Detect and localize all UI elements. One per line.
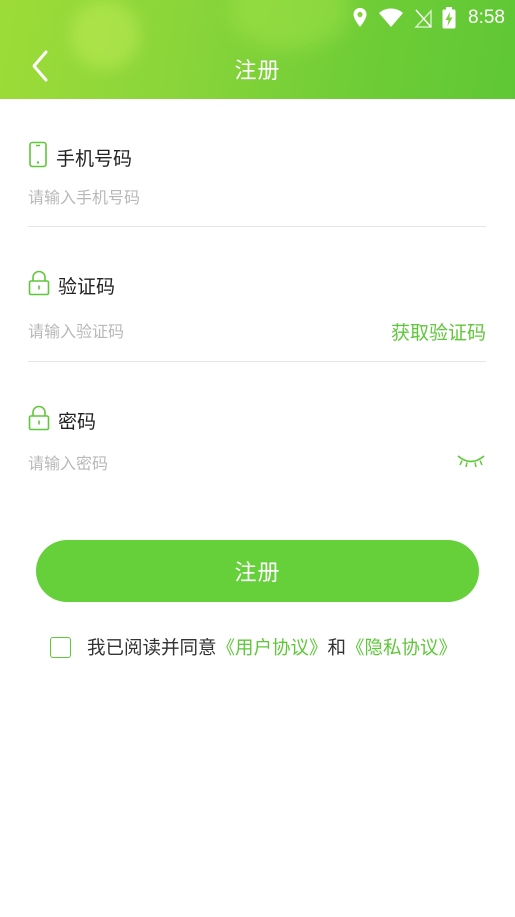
agreement-row: 我已阅读并同意 《用户协议》 和 《隐私协议》 — [50, 634, 457, 660]
user-agreement-link[interactable]: 《用户协议》 — [217, 634, 328, 660]
header-decoration — [230, 0, 350, 50]
header-bar: 8:58 注册 — [0, 0, 515, 99]
register-screen: 8:58 注册 手机号码 请输入手机号码 验证码 请输入验证码 获取验证码 密码… — [0, 0, 515, 917]
password-field: 密码 — [28, 405, 486, 485]
password-label-row: 密码 — [28, 405, 486, 436]
password-input-row — [28, 453, 486, 473]
lock-icon — [28, 270, 50, 301]
privacy-agreement-link[interactable]: 《隐私协议》 — [346, 634, 457, 660]
wifi-icon — [378, 8, 404, 28]
password-label: 密码 — [58, 411, 97, 433]
agreement-checkbox[interactable] — [50, 636, 71, 658]
status-bar: 8:58 — [352, 5, 505, 31]
agreement-prefix: 我已阅读并同意 — [87, 638, 217, 659]
code-field: 验证码 获取验证码 — [28, 270, 486, 362]
code-divider — [28, 361, 486, 362]
code-input-row: 获取验证码 — [28, 318, 486, 345]
lock-icon — [28, 405, 50, 436]
eye-closed-icon — [456, 453, 486, 473]
agreement-conjunction: 和 — [327, 638, 347, 659]
no-sim-icon — [414, 8, 432, 28]
code-label-row: 验证码 — [28, 270, 486, 301]
phone-field: 手机号码 — [28, 141, 486, 227]
password-visibility-toggle[interactable] — [456, 453, 486, 473]
code-input[interactable] — [28, 322, 328, 341]
password-input[interactable] — [28, 453, 328, 473]
page-title: 注册 — [234, 59, 281, 84]
phone-input[interactable] — [28, 188, 328, 207]
battery-charging-icon — [442, 7, 456, 29]
get-code-button[interactable]: 获取验证码 — [391, 318, 486, 345]
phone-input-row — [28, 188, 486, 207]
status-time: 8:58 — [468, 7, 505, 28]
phone-icon — [28, 141, 48, 173]
phone-label-row: 手机号码 — [28, 141, 486, 173]
location-icon — [352, 7, 368, 29]
phone-label: 手机号码 — [56, 147, 133, 170]
code-label: 验证码 — [58, 276, 116, 298]
phone-divider — [28, 226, 486, 227]
register-button[interactable]: 注册 — [36, 540, 479, 602]
